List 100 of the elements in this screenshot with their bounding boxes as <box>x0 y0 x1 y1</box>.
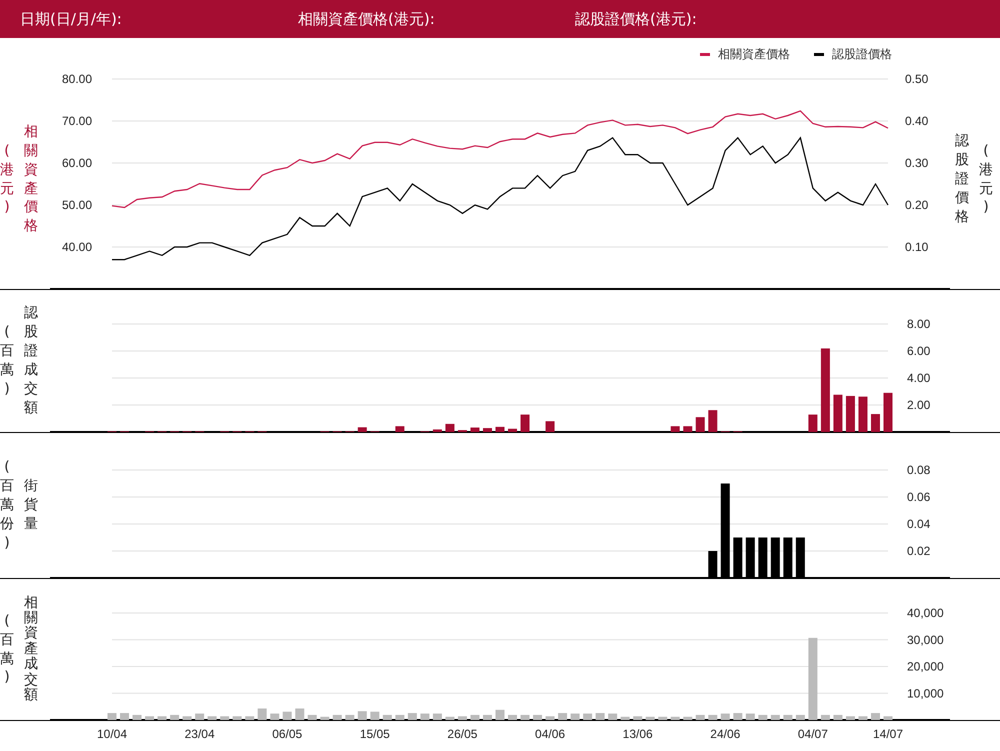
bar <box>432 429 442 432</box>
bar <box>583 714 592 720</box>
axis-tick-label: 20,000 <box>907 660 944 674</box>
bar <box>345 714 354 720</box>
axis-title: 認股證價格 <box>955 132 969 227</box>
axis-tick-label: 60.00 <box>62 156 92 170</box>
bar <box>733 713 742 720</box>
bar <box>108 713 116 720</box>
bar <box>295 708 304 720</box>
bar <box>395 714 404 720</box>
bar <box>620 716 630 720</box>
axis-tick-label: 0.10 <box>905 240 928 254</box>
bar <box>332 714 342 720</box>
axis-title: (百萬份) <box>0 458 14 553</box>
bar <box>670 426 680 432</box>
bar <box>158 716 167 720</box>
bar <box>546 421 555 432</box>
axis-tick-label: 0.30 <box>905 156 928 170</box>
bar <box>520 714 530 720</box>
axis-tick-label: 13/06 <box>622 727 653 741</box>
bar <box>220 716 230 720</box>
axis-title: (百萬) <box>0 323 14 399</box>
axis-tick-label: 8.00 <box>907 317 930 331</box>
bar <box>470 714 480 720</box>
field-label: 日期(日/月/年): <box>19 8 123 30</box>
axis-tick-label: 40.00 <box>62 240 92 254</box>
axis-tick-label: 0.06 <box>907 490 930 504</box>
bar <box>482 714 492 720</box>
bar <box>820 714 830 720</box>
axis-tick-label: 40,000 <box>907 606 944 620</box>
axis-tick-label: 50.00 <box>62 198 92 212</box>
axis-tick-label: 10,000 <box>907 686 944 700</box>
bar <box>884 392 892 432</box>
bar <box>270 714 280 720</box>
axis-title: (百萬) <box>0 612 14 688</box>
bar <box>470 428 480 432</box>
bar <box>683 426 692 432</box>
bar <box>132 714 142 720</box>
bar <box>796 714 805 720</box>
bar <box>546 716 555 720</box>
axis-title: 認股證成交額 <box>24 304 38 418</box>
bar <box>358 711 367 720</box>
bar <box>496 426 504 432</box>
bar <box>282 712 292 720</box>
bar <box>445 424 454 432</box>
axis-tick-label: 0.08 <box>907 463 930 477</box>
bar <box>746 714 755 720</box>
field-label: 相關資產價格(港元): <box>298 8 436 30</box>
bar <box>496 710 504 720</box>
bar <box>696 417 705 432</box>
axis-tick-label: 4.00 <box>907 371 930 385</box>
axis-tick-label: 24/06 <box>710 727 740 741</box>
axis-tick-label: 2.00 <box>907 398 930 412</box>
axis-title: (港元) <box>979 142 993 218</box>
legend-label: 認股證價格 <box>832 46 892 63</box>
axis-title: 街貨量 <box>24 477 38 534</box>
axis-tick-label: 0.20 <box>905 198 928 212</box>
axis-tick-label: 23/04 <box>184 727 215 741</box>
bar <box>708 410 718 432</box>
bar <box>858 716 868 720</box>
axis-title: 相關資產價格 <box>24 122 38 236</box>
bar <box>195 714 204 720</box>
bar <box>783 714 792 720</box>
bar <box>508 714 518 720</box>
bar <box>608 714 618 720</box>
bar <box>533 714 542 720</box>
bar <box>258 708 267 720</box>
bar <box>708 714 718 720</box>
bar <box>482 428 492 432</box>
bar <box>232 716 242 720</box>
bar <box>720 714 730 720</box>
axis-title: (港元) <box>0 142 14 218</box>
axis-tick-label: 10/04 <box>96 727 128 741</box>
axis-tick-label: 80.00 <box>62 72 92 86</box>
bar <box>420 714 430 720</box>
bar <box>432 714 442 720</box>
axis-tick-label: 26/05 <box>447 727 478 741</box>
bar <box>308 714 317 720</box>
bar <box>245 716 254 720</box>
bar <box>633 716 642 720</box>
field-label: 認股證價格(港元): <box>575 8 697 30</box>
bar <box>683 716 692 720</box>
bar <box>833 714 842 720</box>
legend-label: 相關資產價格 <box>718 46 790 63</box>
bar <box>770 714 780 720</box>
axis-tick-label: 04/06 <box>535 727 566 741</box>
bar <box>458 716 467 720</box>
bar <box>358 427 367 432</box>
bar <box>320 716 330 720</box>
bar <box>846 396 855 432</box>
axis-tick-label: 15/05 <box>360 727 390 741</box>
axis-tick-label: 0.02 <box>907 544 930 558</box>
bar <box>833 394 842 432</box>
bar <box>408 713 417 720</box>
axis-title: 相關資產成交額 <box>24 596 38 704</box>
bar <box>596 713 605 720</box>
bar <box>182 716 192 720</box>
bar <box>570 714 580 720</box>
bar <box>858 396 868 432</box>
bar <box>808 414 818 432</box>
